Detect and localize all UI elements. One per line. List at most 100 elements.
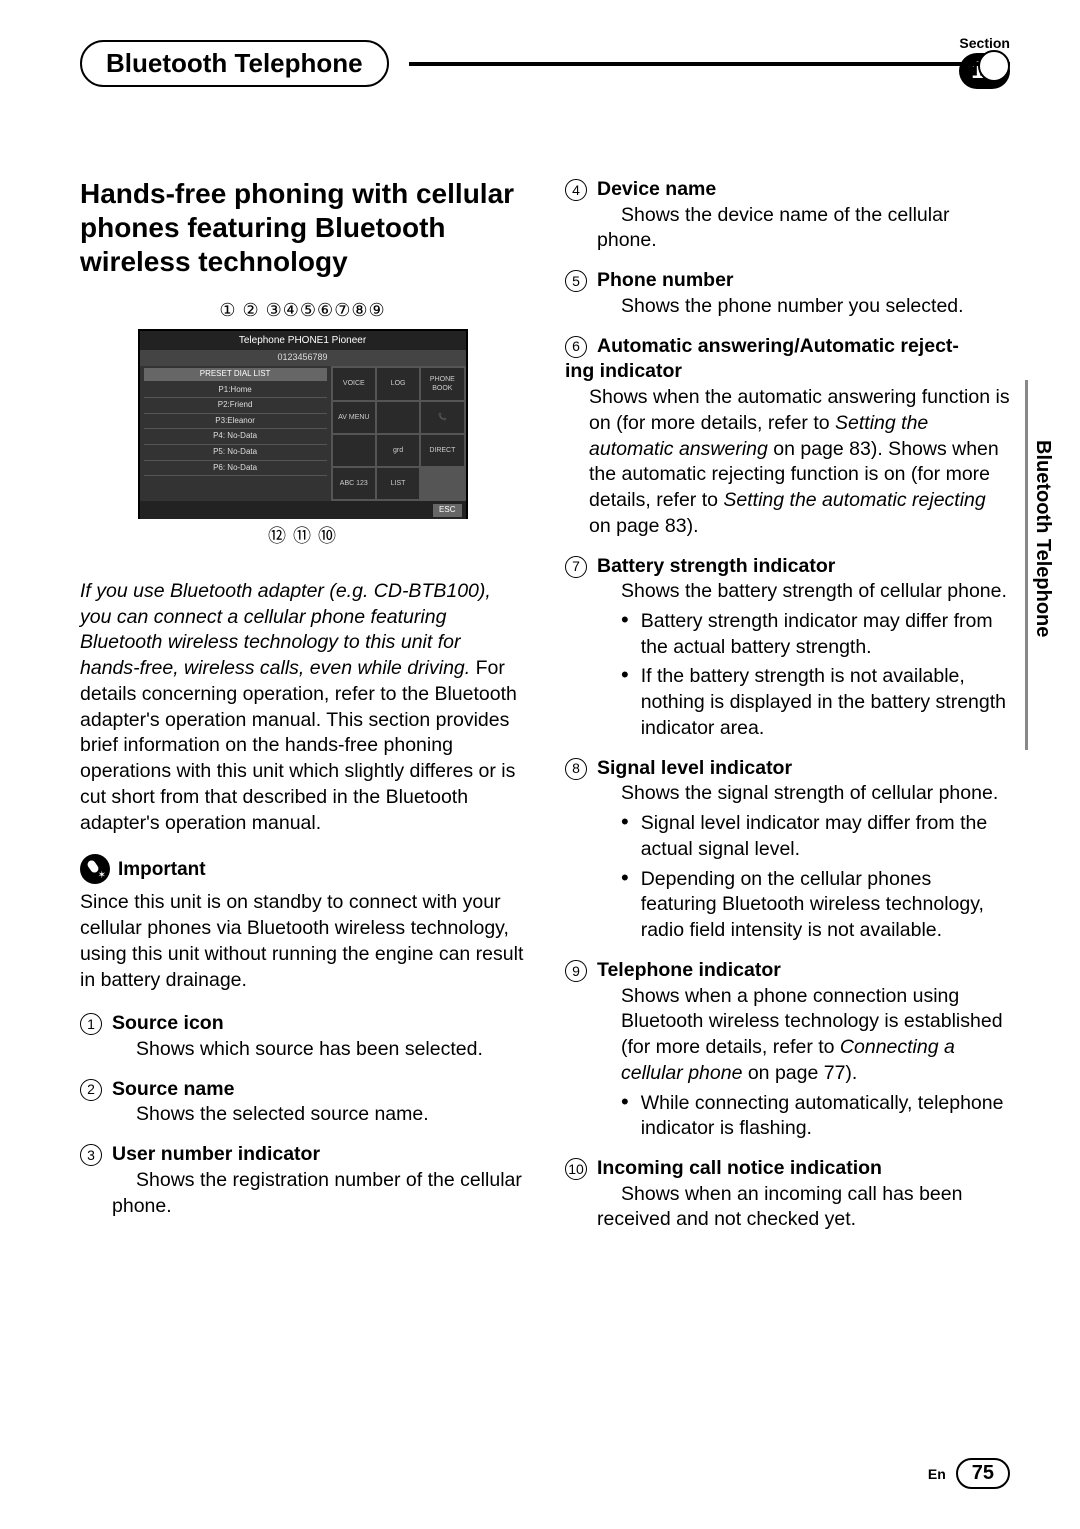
item-number: 6 [565,336,587,358]
item-number: 7 [565,556,587,578]
diagram-button: 📞 [421,402,463,433]
bullet-text: Battery strength indicator may differ fr… [641,609,1010,660]
diagram-preset-list: PRESET DIAL LIST P1:Home P2:Friend P3:El… [140,366,331,501]
item-body: Shows the registration number of the cel… [112,1169,522,1217]
left-column: Hands-free phoning with cellular phones … [80,177,525,1247]
bullet-item: •Battery strength indicator may differ f… [621,609,1010,660]
item-9: 9 Telephone indicator Shows when a phone… [565,958,1010,1142]
item-body-part: on page 83). [589,515,699,537]
diagram-header: Telephone PHONE1 Pioneer [140,331,466,350]
list-item: P1:Home [144,383,327,399]
diagram-button: PHONE BOOK [421,368,463,399]
footer-page-number: 75 [956,1458,1010,1489]
header-row: Bluetooth Telephone [80,40,1010,87]
bullet-item: •Depending on the cellular phones featur… [621,867,1010,944]
diagram-phone-number: 0123456789 [140,350,466,366]
bullet-item: •If the battery strength is not availabl… [621,664,1010,741]
list-item: P6: No-Data [144,461,327,477]
item-2: 2 Source name Shows the selected source … [80,1077,525,1128]
item-title: Source name [112,1078,234,1100]
list-item: P2:Friend [144,398,327,414]
item-body: Shows the selected source name. [136,1103,429,1125]
bullet-text: If the battery strength is not available… [641,664,1010,741]
item-title: User number indicator [112,1143,320,1165]
bullet-item: •While connecting automatically, telepho… [621,1091,1010,1142]
item-body: Shows when an incoming call has been rec… [597,1183,962,1231]
footer-language: En [928,1466,946,1482]
item-body: Shows the signal strength of cellular ph… [621,782,998,804]
item-10: 10 Incoming call notice indication Shows… [565,1156,1010,1233]
item-7: 7 Battery strength indicator Shows the b… [565,554,1010,742]
item-1: 1 Source icon Shows which source has bee… [80,1011,525,1062]
item-number: 9 [565,960,587,982]
item-body-part: on page 77). [742,1062,857,1084]
item-title: Device name [597,178,716,200]
item-3: 3 User number indicator Shows the regist… [80,1142,525,1219]
item-number: 4 [565,179,587,201]
item-body: Shows which source has been selected. [136,1038,483,1060]
list-item: P4: No-Data [144,429,327,445]
section-title: Bluetooth Telephone [106,48,363,78]
diagram-screen: Telephone PHONE1 Pioneer 0123456789 PRES… [138,329,468,519]
diagram-button: AV MENU [333,402,375,433]
item-title-line1: Automatic answering/Automatic reject- [597,335,959,357]
diagram-footer: ESC [140,501,466,519]
screen-diagram: ① ② ③④⑤⑥⑦⑧⑨ Telephone PHONE1 Pioneer 012… [123,299,483,549]
list-item: P3:Eleanor [144,414,327,430]
item-5: 5 Phone number Shows the phone number yo… [565,268,1010,319]
section-word: Section [959,35,1010,51]
diagram-list-title: PRESET DIAL LIST [144,368,327,381]
item-title: Telephone indicator [597,959,781,981]
item-title: Signal level indicator [597,757,792,779]
item-title-line2: ing indicator [565,360,682,382]
diagram-button: LOG [377,368,419,399]
important-label: Important [118,857,206,882]
diagram-button: DIRECT [421,435,463,466]
right-column: 4 Device name Shows the device name of t… [565,177,1010,1247]
diagram-button [333,435,375,466]
item-8: 8 Signal level indicator Shows the signa… [565,756,1010,944]
item-number: 5 [565,270,587,292]
diagram-button: LIST [377,468,419,499]
section-title-box: Bluetooth Telephone [80,40,389,87]
bullet-text: Signal level indicator may differ from t… [641,811,1010,862]
item-title: Battery strength indicator [597,555,835,577]
bullet-text: Depending on the cellular phones featuri… [641,867,1010,944]
important-icon [80,854,110,884]
item-body: Shows the device name of the cellular ph… [597,204,949,252]
item-body: Shows the battery strength of cellular p… [621,580,1007,602]
diagram-button-grid: VOICE LOG PHONE BOOK AV MENU 📞 grd DIREC… [331,366,466,501]
diagram-button: ABC 123 [333,468,375,499]
bullet-text: While connecting automatically, telephon… [641,1091,1010,1142]
item-body-part: Shows when the automatic answering funct… [589,386,1010,434]
item-6: 6 Automatic answering/Automatic reject- [565,334,1010,360]
item-6-continued: ing indicator Shows when the automatic a… [565,359,1010,539]
item-number: 8 [565,758,587,780]
item-title: Source icon [112,1012,224,1034]
item-number: 10 [565,1158,587,1180]
diagram-button [377,402,419,433]
important-heading: Important [80,854,525,884]
important-body: Since this unit is on standby to connect… [80,890,525,993]
list-item: P5: No-Data [144,445,327,461]
item-4: 4 Device name Shows the device name of t… [565,177,1010,254]
diagram-button: grd [377,435,419,466]
item-number: 3 [80,1144,102,1166]
diagram-top-callouts: ① ② ③④⑤⑥⑦⑧⑨ [123,299,483,323]
diagram-esc-button: ESC [433,504,461,517]
item-title: Incoming call notice indication [597,1157,882,1179]
header-rule [409,62,1010,66]
item-number: 1 [80,1013,102,1035]
bullet-item: •Signal level indicator may differ from … [621,811,1010,862]
item-number: 2 [80,1079,102,1101]
item-body: Shows the phone number you selected. [621,295,964,317]
diagram-button: VOICE [333,368,375,399]
diagram-bottom-callouts: ⑫ ⑪ ⑩ [123,525,483,549]
intro-paragraph: If you use Bluetooth adapter (e.g. CD-BT… [80,579,525,836]
page-footer: En 75 [928,1458,1010,1489]
intro-italic: If you use Bluetooth adapter (e.g. CD-BT… [80,580,491,679]
intro-rest: For details concerning operation, refer … [80,657,517,833]
item-ref: Setting the automatic rejecting [723,489,985,511]
side-tab: Bluetooth Telephone [1029,430,1056,647]
main-heading: Hands-free phoning with cellular phones … [80,177,525,279]
